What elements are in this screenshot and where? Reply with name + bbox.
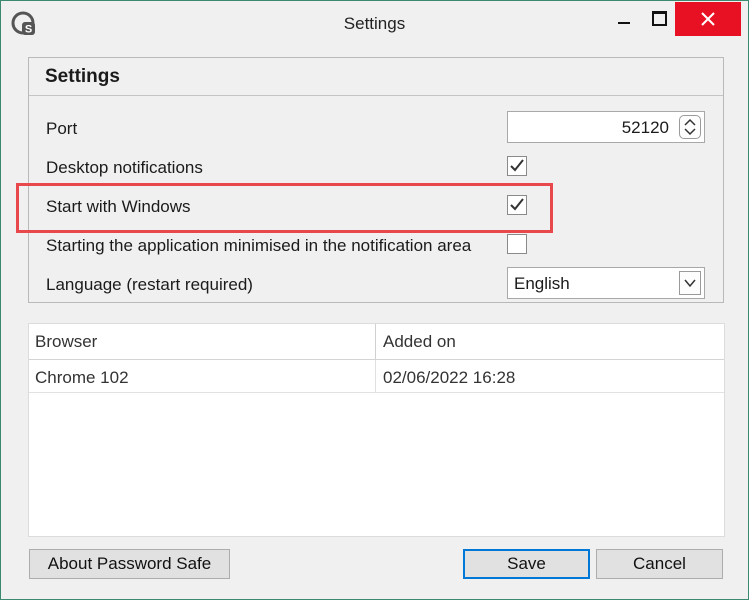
close-button[interactable] [675,2,741,36]
minimize-icon [618,22,630,24]
cell-browser: Chrome 102 [35,368,129,387]
language-value: English [514,274,570,293]
close-icon [701,12,715,26]
column-divider[interactable] [375,324,376,359]
maximize-icon [652,11,667,26]
chevron-down-icon [684,279,696,288]
checkmark-icon [510,159,524,172]
minimize-button[interactable] [601,1,647,35]
settings-group-header: Settings [29,58,723,96]
port-stepper[interactable]: 52120 [507,111,705,143]
port-spinner[interactable] [679,115,701,139]
table-row[interactable]: Chrome 102 02/06/2022 16:28 [29,360,724,393]
cell-added-on: 02/06/2022 16:28 [383,368,516,387]
cell-divider [375,360,376,392]
language-dropdown-button[interactable] [679,271,701,295]
highlight-annotation [16,183,553,233]
about-button[interactable]: About Password Safe [29,549,230,579]
title-bar[interactable]: S Settings [1,1,748,47]
settings-group: Settings Port 52120 Desktop notification… [28,57,724,303]
language-select[interactable]: English [507,267,705,299]
cancel-button[interactable]: Cancel [596,549,723,579]
desktop-notifications-checkbox[interactable] [507,156,527,176]
start-minimised-checkbox[interactable] [507,234,527,254]
table-header: Browser Added on [29,324,724,360]
port-label: Port [46,119,78,138]
start-minimised-label: Starting the application minimised in th… [46,236,472,255]
desktop-notifications-label: Desktop notifications [46,158,203,177]
browsers-table: Browser Added on Chrome 102 02/06/2022 1… [28,323,725,537]
save-button[interactable]: Save [463,549,590,579]
settings-window: S Settings Settings Port 52120 Desktop n… [0,0,749,600]
port-value[interactable]: 52120 [622,118,669,138]
spin-up-icon [684,118,696,126]
column-header-added-on[interactable]: Added on [383,332,456,352]
settings-heading: Settings [45,66,120,87]
language-label: Language (restart required) [46,275,253,294]
column-header-browser[interactable]: Browser [35,332,97,352]
spin-down-icon [684,128,696,136]
